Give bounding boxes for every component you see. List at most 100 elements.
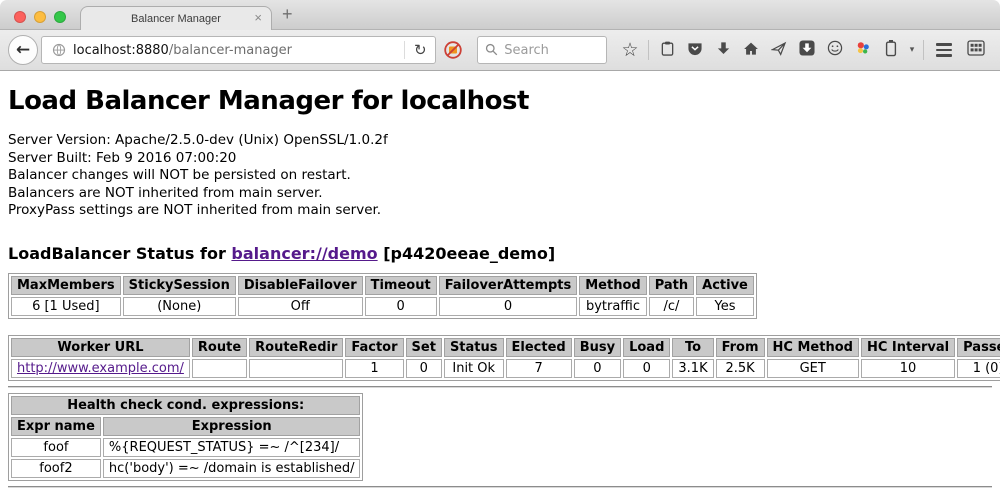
color-dots-extension-button[interactable] (849, 30, 877, 71)
page-content: Load Balancer Manager for localhost Serv… (0, 71, 1000, 488)
expression-value: hc('body') =~ /domain is established/ (103, 459, 361, 478)
battery-extension-button[interactable] (877, 30, 905, 71)
toolbar-separator (923, 40, 924, 60)
column-header: Worker URL (11, 338, 190, 357)
load-value: 0 (623, 359, 670, 378)
search-placeholder: Search (504, 43, 549, 58)
reload-button[interactable]: ↻ (405, 41, 435, 59)
failoverattempts-value: 0 (439, 297, 578, 316)
passes-value: 1 (0) (957, 359, 1000, 378)
dark-download-square-icon (799, 40, 815, 60)
expr-name-value: foof (11, 438, 101, 457)
column-header: Expr name (11, 417, 101, 436)
globe-icon (52, 43, 66, 57)
emoji-extension-button[interactable] (821, 30, 849, 71)
worker-table: Worker URL Route RouteRedir Factor Set S… (8, 335, 1000, 381)
battery-icon (885, 39, 897, 61)
busy-value: 0 (574, 359, 621, 378)
disablefailover-value: Off (238, 297, 363, 316)
balancer-demo-link[interactable]: balancer://demo (231, 244, 377, 263)
tab-title: Balancer Manager (131, 13, 221, 25)
column-header: Busy (574, 338, 621, 357)
column-header: Timeout (365, 276, 437, 295)
table-row: foof2 hc('body') =~ /domain is establish… (11, 459, 360, 478)
hc-interval-value: 10 (861, 359, 955, 378)
table-row: 6 [1 Used] (None) Off 0 0 bytraffic /c/ … (11, 297, 754, 316)
back-button[interactable]: ← (8, 35, 38, 65)
status-heading-suffix: [p4420eeae_demo] (378, 244, 556, 263)
from-value: 2.5K (716, 359, 765, 378)
column-header: HC Interval (861, 338, 955, 357)
elected-value: 7 (506, 359, 572, 378)
pocket-icon (687, 41, 703, 60)
table-row: foof %{REQUEST_STATUS} =~ /^[234]/ (11, 438, 360, 457)
overflow-caret-button[interactable]: ▾ (905, 30, 919, 71)
status-value: Init Ok (444, 359, 504, 378)
column-header: Set (406, 338, 442, 357)
column-header: DisableFailover (238, 276, 363, 295)
column-header: HC Method (767, 338, 859, 357)
downloads-button[interactable] (709, 30, 737, 71)
navigation-toolbar: ← localhost:8880/balancer-manager ↻ Sear… (0, 30, 1000, 71)
paper-plane-icon (771, 41, 787, 60)
bookmark-star-button[interactable]: ☆ (616, 30, 644, 71)
maxmembers-value: 6 [1 Used] (11, 297, 121, 316)
search-field[interactable]: Search (477, 36, 607, 64)
video-download-helper-button[interactable] (793, 30, 821, 71)
star-icon: ☆ (621, 41, 638, 60)
health-check-table: Health check cond. expressions: Expr nam… (8, 393, 363, 481)
menu-button[interactable] (928, 30, 960, 71)
home-button[interactable] (737, 30, 765, 71)
tab-balancer-manager[interactable]: Balancer Manager × (80, 6, 272, 31)
smiley-icon (827, 40, 843, 60)
column-header: Elected (506, 338, 572, 357)
home-icon (743, 41, 759, 60)
page-title: Load Balancer Manager for localhost (8, 71, 992, 116)
zoom-window-button[interactable] (54, 11, 66, 23)
worker-url-link[interactable]: http://www.example.com/ (17, 361, 184, 376)
server-version-line: Server Version: Apache/2.5.0-dev (Unix) … (8, 132, 992, 150)
column-header: Path (649, 276, 694, 295)
table-header-row: Worker URL Route RouteRedir Factor Set S… (11, 338, 1000, 357)
chevron-down-icon: ▾ (910, 45, 915, 55)
column-header: RouteRedir (249, 338, 343, 357)
browser-window: Balancer Manager × + ← localhost:8880/ba… (0, 0, 1000, 491)
path-value: /c/ (649, 297, 694, 316)
plugin-blocked-icon[interactable] (443, 40, 463, 60)
back-arrow-icon: ← (16, 40, 30, 60)
tab-bar: Balancer Manager × + (0, 0, 1000, 30)
method-value: bytraffic (579, 297, 646, 316)
worker-url-cell: http://www.example.com/ (11, 359, 190, 378)
timeout-value: 0 (365, 297, 437, 316)
column-header: Passes (957, 338, 1000, 357)
tab-groups-button[interactable] (960, 30, 992, 71)
stickysession-value: (None) (123, 297, 236, 316)
traffic-lights (14, 11, 66, 23)
section-divider (8, 386, 992, 388)
active-value: Yes (696, 297, 754, 316)
pocket-button[interactable] (681, 30, 709, 71)
column-header: Method (579, 276, 646, 295)
url-text[interactable]: localhost:8880/balancer-manager (73, 43, 404, 58)
route-value (192, 359, 247, 378)
column-header: FailoverAttempts (439, 276, 578, 295)
download-arrow-icon (716, 41, 731, 60)
server-built-line: Server Built: Feb 9 2016 07:00:20 (8, 150, 992, 168)
minimize-window-button[interactable] (34, 11, 46, 23)
share-plane-button[interactable] (765, 30, 793, 71)
reading-list-button[interactable] (653, 30, 681, 71)
new-tab-button[interactable]: + (282, 4, 293, 25)
url-path: /balancer-manager (169, 43, 292, 58)
table-header-row: Expr name Expression (11, 417, 360, 436)
hc-method-value: GET (767, 359, 859, 378)
url-bar[interactable]: localhost:8880/balancer-manager ↻ (41, 36, 436, 64)
color-dots-icon (855, 40, 871, 60)
close-window-button[interactable] (14, 11, 26, 23)
column-header: Route (192, 338, 247, 357)
column-header: Expression (103, 417, 361, 436)
column-header: MaxMembers (11, 276, 121, 295)
column-header: Status (444, 338, 504, 357)
column-header: From (716, 338, 765, 357)
tab-close-icon[interactable]: × (254, 10, 262, 25)
column-header: To (672, 338, 713, 357)
